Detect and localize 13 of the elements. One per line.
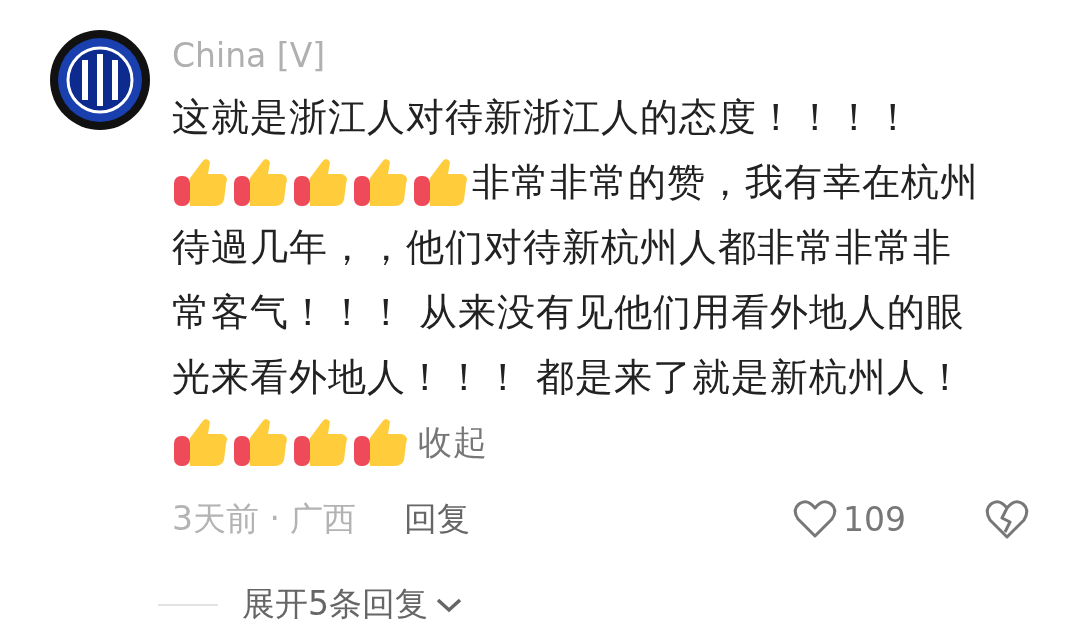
comment-text: 非常非常的赞，我有幸在杭州 xyxy=(472,158,979,206)
broken-heart-icon[interactable] xyxy=(984,498,1030,540)
like-count: 109 xyxy=(843,499,906,539)
comment-text: 这就是浙江人对待新浙江人的态度！！！！ xyxy=(172,93,913,141)
avatar-logo[interactable] xyxy=(48,28,152,132)
expand-replies-button[interactable]: 展开5条回复 xyxy=(242,582,464,627)
reply-button[interactable]: 回复 xyxy=(404,496,471,542)
heart-icon[interactable] xyxy=(793,499,837,539)
comment-meta: 3天前 · 广西 xyxy=(172,497,357,540)
collapse-link[interactable]: 收起 xyxy=(418,409,488,474)
comment-text: 光来看外地人！！！ 都是来了就是新杭州人！ xyxy=(172,353,966,401)
comment-text: 待過几年，，他们对待新杭州人都非常非常非 xyxy=(172,223,952,271)
comment-text: 常客气！！！ 从来没有见他们用看外地人的眼 xyxy=(172,288,966,336)
